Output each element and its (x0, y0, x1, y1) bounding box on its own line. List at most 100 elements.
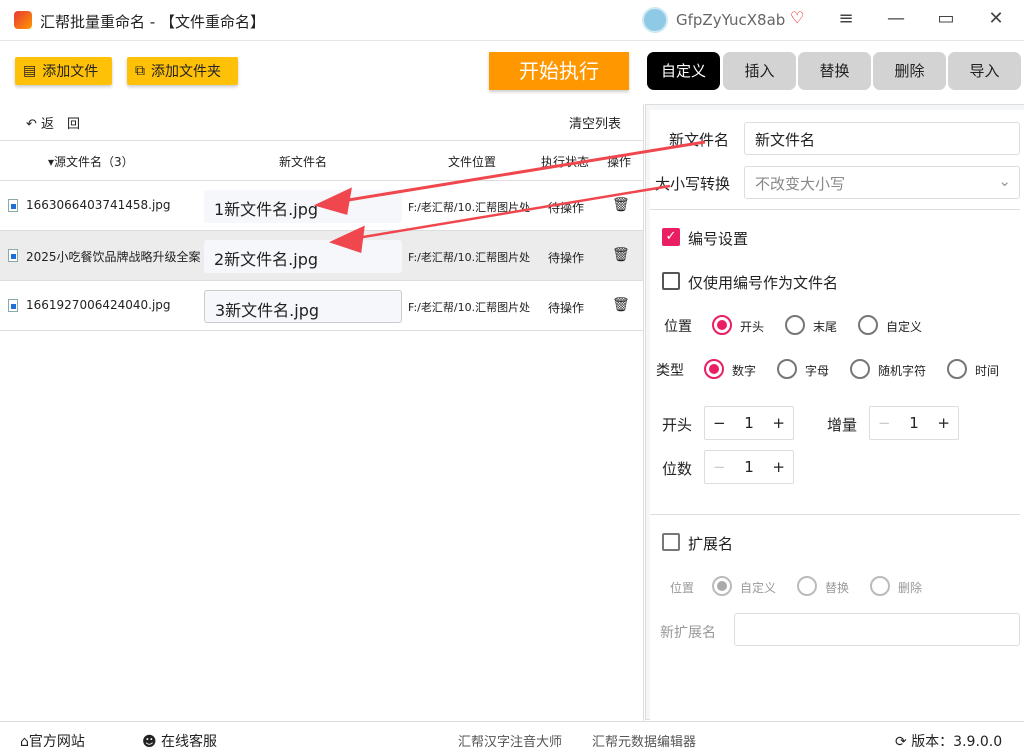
minus-icon[interactable]: − (713, 414, 726, 432)
close-button[interactable]: ✕ (981, 8, 1011, 29)
version-label: 版本：3.9.0.0 (911, 734, 1003, 750)
trash-icon[interactable]: 🗑 (612, 247, 630, 263)
username[interactable]: GfpZyYucX8ab (676, 11, 785, 29)
digits-value: 1 (744, 458, 754, 476)
increment-value: 1 (909, 414, 919, 432)
header-source[interactable]: ▾源文件名（3） (48, 153, 134, 170)
minus-icon[interactable]: − (878, 414, 891, 432)
file-location: F:/老汇帮/10.汇帮图片处 (408, 201, 531, 214)
ext-radio-replace[interactable] (797, 576, 817, 596)
plus-icon[interactable]: + (772, 458, 785, 476)
table-row[interactable]: 1661927006424040.jpg 3新文件名.jpg F:/老汇帮/10… (0, 281, 643, 331)
product-link-2[interactable]: 汇帮元数据编辑器 (592, 731, 696, 750)
divider (650, 209, 1020, 210)
add-file-label: 添加文件 (42, 64, 99, 80)
tab-replace[interactable]: 替换 (798, 52, 871, 90)
new-name-input[interactable]: 新文件名 (744, 122, 1020, 155)
type-radio-time[interactable] (947, 359, 967, 379)
start-label: 开头 (662, 416, 693, 434)
menu-button[interactable]: ≡ (831, 8, 861, 29)
status: 待操作 (548, 201, 585, 215)
tab-delete[interactable]: 删除 (873, 52, 946, 90)
case-select[interactable]: 不改变大小写 ⌄ (744, 166, 1020, 199)
headset-icon: ☻ (142, 734, 162, 750)
extension-label: 扩展名 (688, 535, 734, 553)
minimize-button[interactable]: — (881, 8, 911, 29)
type-option: 随机字符 (878, 364, 927, 378)
increment-stepper[interactable]: −1 + (869, 406, 959, 440)
ext-position-option: 替换 (825, 581, 850, 595)
position-option: 开头 (740, 320, 765, 334)
back-label: 返 回 (41, 117, 81, 132)
position-option: 自定义 (886, 320, 923, 334)
add-file-button[interactable]: ▤ 添加文件 (15, 57, 112, 85)
undo-icon: ↶ (26, 117, 42, 132)
position-radio-custom[interactable] (858, 315, 878, 335)
source-name: 1663066403741458.jpg (26, 198, 171, 212)
numbering-checkbox[interactable]: ✓ (662, 228, 680, 246)
new-name-field[interactable]: 1新文件名.jpg (204, 190, 402, 223)
tab-insert[interactable]: 插入 (723, 52, 796, 90)
ext-position-option: 自定义 (740, 581, 777, 595)
trash-icon[interactable]: 🗑 (612, 297, 630, 313)
only-number-checkbox[interactable] (662, 272, 680, 290)
new-name-field[interactable]: 3新文件名.jpg (204, 290, 402, 323)
type-option: 数字 (732, 364, 757, 378)
divider (650, 514, 1020, 515)
file-add-icon: ▤ (23, 63, 37, 79)
position-label: 位置 (664, 319, 692, 335)
back-button[interactable]: ↶ 返 回 (26, 113, 80, 132)
user-avatar[interactable] (642, 7, 668, 33)
ext-radio-custom[interactable] (712, 576, 732, 596)
status: 待操作 (548, 301, 585, 315)
source-name: 1661927006424040.jpg (26, 298, 171, 312)
extension-checkbox[interactable] (662, 533, 680, 551)
app-logo (14, 11, 32, 29)
tab-custom[interactable]: 自定义 (647, 52, 720, 90)
support-link[interactable]: ☻ 在线客服 (142, 731, 217, 751)
status: 待操作 (548, 251, 585, 265)
minus-icon[interactable]: − (713, 458, 726, 476)
chevron-down-icon: ⌄ (998, 172, 1011, 190)
type-option: 时间 (975, 364, 1000, 378)
clear-list-button[interactable]: 清空列表 (569, 113, 621, 132)
case-label: 大小写转换 (655, 175, 731, 193)
start-button[interactable]: 开始执行 (489, 52, 629, 90)
add-folder-button[interactable]: ⧉ 添加文件夹 (127, 57, 238, 85)
file-location: F:/老汇帮/10.汇帮图片处 (408, 301, 531, 314)
tab-import[interactable]: 导入 (948, 52, 1021, 90)
header-new-name: 新文件名 (279, 155, 328, 169)
position-radio-end[interactable] (785, 315, 805, 335)
source-name: 2025小吃餐饮品牌战略升级全案 (26, 250, 201, 264)
divider (643, 104, 644, 721)
type-radio-number[interactable] (704, 359, 724, 379)
vip-diamond-icon[interactable]: ♡ (790, 8, 804, 27)
new-name-field[interactable]: 2新文件名.jpg (204, 240, 402, 273)
start-value: 1 (744, 414, 754, 432)
add-folder-label: 添加文件夹 (151, 64, 221, 80)
trash-icon[interactable]: 🗑 (612, 197, 630, 213)
type-radio-random[interactable] (850, 359, 870, 379)
start-stepper[interactable]: −1 + (704, 406, 794, 440)
product-link-1[interactable]: 汇帮汉字注音大师 (458, 731, 562, 750)
digits-label: 位数 (662, 460, 693, 478)
position-radio-start[interactable] (712, 315, 732, 335)
type-label: 类型 (656, 363, 684, 379)
table-row[interactable]: 2025小吃餐饮品牌战略升级全案 2新文件名.jpg F:/老汇帮/10.汇帮图… (0, 231, 643, 281)
new-name-label: 新文件名 (669, 131, 730, 149)
image-file-icon (8, 199, 18, 212)
plus-icon[interactable]: + (937, 414, 950, 432)
ext-radio-delete[interactable] (870, 576, 890, 596)
version-info[interactable]: ⟳ 版本：3.9.0.0 (895, 731, 1002, 751)
plus-icon[interactable]: + (772, 414, 785, 432)
header-source-label: 源文件名（3） (54, 155, 134, 169)
image-file-icon (8, 249, 18, 262)
type-radio-letter[interactable] (777, 359, 797, 379)
new-ext-input[interactable] (734, 613, 1020, 646)
website-link[interactable]: ⌂官方网站 (20, 731, 85, 751)
home-icon: ⌂ (20, 734, 29, 750)
maximize-button[interactable]: ▭ (931, 8, 961, 29)
digits-stepper[interactable]: −1 + (704, 450, 794, 484)
header-status: 执行状态 (541, 155, 590, 169)
table-row[interactable]: 1663066403741458.jpg 1新文件名.jpg F:/老汇帮/10… (0, 181, 643, 231)
